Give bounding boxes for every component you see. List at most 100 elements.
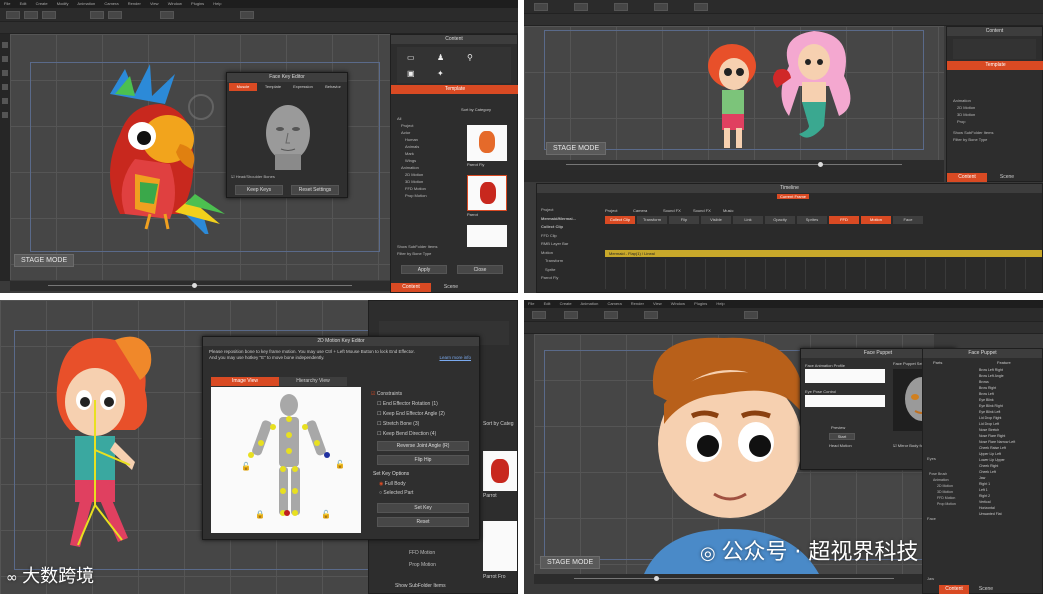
stage-mode-button[interactable]: STAGE MODE [14,254,75,267]
track-row[interactable]: FFD Clip [541,232,576,241]
menu-plugins[interactable]: Plugins [694,301,707,306]
toolbar-button[interactable] [694,3,708,11]
head-model[interactable] [253,99,323,171]
tree-item[interactable]: 2D Motion [397,171,427,178]
tree-item[interactable]: Prop Motion [929,501,956,507]
radio-full-body[interactable]: ◉ Full Body [379,480,413,489]
thumbnail-parrot[interactable] [483,451,517,491]
tree-item[interactable]: Wings [397,157,427,164]
tab-scene[interactable]: Scene [431,283,471,292]
skeleton-view[interactable]: 🔓 🔓 🔒 🔓 [211,387,361,533]
tree-item[interactable]: Human [397,136,427,143]
menu-window[interactable]: Window [671,301,685,306]
stage-mode-button[interactable]: STAGE MODE [540,556,601,569]
toolbar-button[interactable] [534,3,548,11]
show-subfolder-items[interactable]: Show SubFolder Items [395,583,446,589]
sort-dropdown[interactable]: Sort by Category [461,107,491,112]
track-row[interactable]: Collect Clip [541,223,576,232]
tool-icon[interactable] [2,42,8,48]
girl-character[interactable] [702,36,762,156]
tree-item[interactable]: Mark [397,150,427,157]
toolbar-button[interactable] [24,11,38,19]
parrot-character[interactable] [80,64,230,234]
toolbar-button[interactable] [574,3,588,11]
toolbar-button[interactable] [564,311,578,319]
tree-item[interactable]: Prop Motion [397,192,427,199]
stage-mode-button[interactable]: STAGE MODE [546,142,607,155]
thumbnail-parrot-fly[interactable] [467,125,507,161]
profile-selector[interactable] [805,369,885,383]
close-button[interactable]: Close [457,265,503,274]
constraints-checkbox[interactable]: ☑ Constraints [371,389,445,399]
tab-image-view[interactable]: Image View [211,377,279,386]
light-icon[interactable]: ✦ [437,69,444,78]
option-checkbox[interactable]: ☐ End Effector Rotation (1) [371,399,445,409]
apply-button[interactable]: Apply [401,265,447,274]
camera-icon[interactable]: ▣ [407,69,415,78]
menu-create[interactable]: Create [560,301,572,306]
tab-content[interactable]: Content [391,283,431,292]
toolbar-button[interactable] [90,11,104,19]
track-row[interactable]: Motion [541,249,576,258]
tree-item[interactable]: All [397,115,427,122]
toolbar-button[interactable] [604,311,618,319]
template-tab[interactable]: Template [391,85,518,94]
menu-create[interactable]: Create [36,1,48,6]
person-icon[interactable]: ♟ [437,53,444,62]
track-row[interactable]: Parrot Fly [541,274,576,283]
head-shoulder-checkbox[interactable]: ☑ Head/Shoulder Bones [231,174,275,179]
menu-edit[interactable]: Edit [544,301,551,306]
toolbar-button[interactable] [744,311,758,319]
girl-2d-character[interactable] [40,330,180,570]
keep-keys-button[interactable]: Keep Keys [235,185,283,195]
toolbar-button[interactable] [614,3,628,11]
transport-controls[interactable] [524,170,944,182]
track-row[interactable]: Mermaid/Mermai... [541,215,576,224]
menu-view[interactable]: View [150,1,159,6]
sort-dropdown[interactable]: Sort by Categ [483,421,514,427]
folder-icon[interactable]: ▭ [407,53,415,62]
menu-window[interactable]: Window [168,1,182,6]
thumbnail[interactable] [467,225,507,247]
show-subfolder-items[interactable]: Show SubFolder Items [397,243,437,250]
menu-camera[interactable]: Camera [607,301,621,306]
timeline-cell[interactable]: Motion [861,216,891,224]
timeline-cell[interactable]: Face [893,216,923,224]
tab-scene[interactable]: Scene [987,173,1027,182]
menu-animation[interactable]: Animation [581,301,599,306]
learn-more-link[interactable]: Learn more info [439,355,471,360]
tab-template[interactable]: Template [259,83,287,91]
track-row[interactable]: Project [541,206,576,215]
tab-content[interactable]: Content [947,173,987,182]
filter-by-bone-type[interactable]: Filter by Bone Type [397,250,437,257]
tree-item[interactable]: 3D Motion [953,111,993,118]
menu-render[interactable]: Render [128,1,141,6]
tab-hierarchy-view[interactable]: Hierarchy View [279,377,347,386]
toolbar-button[interactable] [654,3,668,11]
playhead[interactable] [192,283,198,288]
playhead[interactable] [818,162,823,167]
timeline-cell[interactable]: Flip [669,216,699,224]
radio-selected-part[interactable]: ○ Selected Part [379,489,413,498]
tree-item[interactable]: Animals [397,143,427,150]
toolbar-button[interactable] [6,11,20,19]
start-button[interactable]: Start [829,433,855,440]
current-frame-field[interactable]: Current Frame [777,194,810,199]
toolbar-button[interactable] [160,11,174,19]
timeline-cell[interactable]: Collect Clip [605,216,635,224]
menu-camera[interactable]: Camera [104,1,118,6]
timeline-cell[interactable]: Opacity [765,216,795,224]
timeline-cell[interactable]: FFD [829,216,859,224]
reset-button[interactable]: Reset [377,517,469,527]
playback-bar[interactable] [10,281,390,291]
timeline-cell[interactable]: Transform [637,216,667,224]
menu-file[interactable]: File [528,301,534,306]
tool-icon[interactable] [2,56,8,62]
filter-by-bone-type[interactable]: Filter by Bone Type [953,136,993,143]
tool-icon[interactable] [2,98,8,104]
stage-canvas[interactable]: STAGE MODE [524,26,944,160]
tree-item[interactable]: Prop Motion [409,559,436,571]
reset-settings-button[interactable]: Reset Settings [291,185,339,195]
menu-animation[interactable]: Animation [77,1,95,6]
skeleton-figure[interactable]: 🔓 🔓 🔒 🔓 [211,387,361,533]
